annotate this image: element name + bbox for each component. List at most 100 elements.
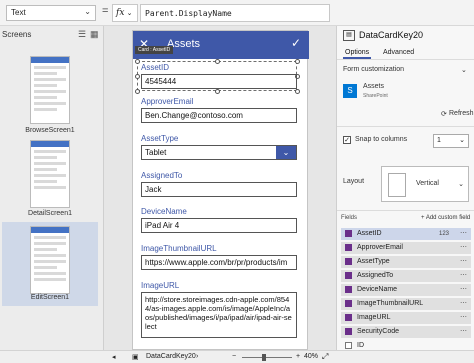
layout-picker[interactable]: Vertical ⌄ xyxy=(381,166,469,202)
columns-dropdown[interactable]: 1 ⌄ xyxy=(433,134,469,148)
more-icon[interactable]: ⋯ xyxy=(460,242,467,254)
field-label-assignedto: AssignedTo xyxy=(141,171,183,180)
formula-bar: Text ⌄ = fx ⌄ Parent.DisplayName xyxy=(0,0,474,26)
field-row-securitycode[interactable]: SecurityCode ⋯ xyxy=(341,326,471,338)
field-checkbox[interactable] xyxy=(345,328,352,335)
selected-card-name: DataCardKey20 xyxy=(146,353,196,360)
field-label-assettype: AssetType xyxy=(141,134,179,143)
field-row-approveremail[interactable]: ApproverEmail ⋯ xyxy=(341,242,471,254)
field-input-assetid[interactable]: 4545444 xyxy=(141,74,297,89)
zoom-level: 40% xyxy=(304,353,319,360)
tab-options[interactable]: Options xyxy=(343,48,372,59)
screen-thumbnail-detail[interactable] xyxy=(30,140,70,208)
fx-button[interactable]: fx ⌄ xyxy=(112,4,138,22)
field-label-assetid: AssetID xyxy=(141,63,170,72)
more-icon[interactable]: ⋯ xyxy=(460,228,467,240)
checkmark-icon[interactable]: ✓ xyxy=(291,36,301,50)
property-value: Text xyxy=(11,8,26,17)
zoom-slider[interactable] xyxy=(242,357,292,358)
field-label-imageurl: ImageURL xyxy=(141,281,180,290)
field-checkbox[interactable] xyxy=(345,286,352,293)
add-custom-field-button[interactable]: + Add custom field xyxy=(421,215,470,221)
properties-panel: ▤ DataCardKey20 Options Advanced Form cu… xyxy=(336,26,474,350)
zoom-out-icon[interactable]: − xyxy=(232,353,236,360)
snap-checkbox[interactable]: ✓ xyxy=(343,136,351,144)
sharepoint-icon: S xyxy=(343,84,357,98)
field-input-imageurl[interactable]: http://store.storeimages.cdn-apple.com/8… xyxy=(141,292,297,338)
field-row-assetid[interactable]: AssetID 123 ⋯ xyxy=(341,228,471,240)
refresh-icon[interactable]: ⟳ xyxy=(441,110,447,118)
field-row-imagethumbnailurl[interactable]: ImageThumbnailURL ⋯ xyxy=(341,298,471,310)
screen-header: ✕ Assets ✓ xyxy=(133,31,309,59)
field-row-devicename[interactable]: DeviceName ⋯ xyxy=(341,284,471,296)
resize-handle[interactable] xyxy=(135,59,140,64)
refresh-button[interactable]: Refresh xyxy=(449,110,474,117)
field-name: SecurityCode xyxy=(357,328,400,335)
property-dropdown[interactable]: Text ⌄ xyxy=(6,5,96,21)
selected-card-tag: Card : AssetID xyxy=(135,46,174,54)
screens-panel: Screens ☰ ▦ BrowseScreen1 DetailScreen1 … xyxy=(0,26,104,350)
screen-thumbnail-edit[interactable] xyxy=(30,226,70,294)
field-input-assignedto[interactable]: Jack xyxy=(141,182,297,197)
field-input-approveremail[interactable]: Ben.Change@contoso.com xyxy=(141,108,297,123)
more-icon[interactable]: ⋯ xyxy=(460,312,467,324)
field-label-devicename: DeviceName xyxy=(141,207,187,216)
resize-handle[interactable] xyxy=(215,89,220,94)
field-label-imagethumbnailurl: ImageThumbnailURL xyxy=(141,244,217,253)
list-view-icon[interactable]: ☰ xyxy=(78,29,88,39)
field-input-imagethumbnailurl[interactable]: https://www.apple.com/br/pr/products/im xyxy=(141,255,297,270)
screen-thumbnail-browse[interactable] xyxy=(30,56,70,124)
chevron-right-icon: › xyxy=(196,353,199,360)
layout-preview-icon xyxy=(388,173,406,197)
field-checkbox[interactable] xyxy=(345,342,352,349)
resize-handle[interactable] xyxy=(295,89,300,94)
more-icon[interactable]: ⋯ xyxy=(460,298,467,310)
dropdown-value: Tablet xyxy=(145,148,167,157)
resize-handle[interactable] xyxy=(215,59,220,64)
data-source-name: Assets xyxy=(363,83,385,90)
more-icon[interactable]: ⋯ xyxy=(460,326,467,338)
resize-handle[interactable] xyxy=(135,74,140,79)
zoom-in-icon[interactable]: + xyxy=(296,353,300,360)
divider xyxy=(337,126,474,127)
edit-form-screen: ✕ Assets ✓ Card : AssetID AssetID 454544… xyxy=(132,30,309,350)
fit-to-screen-icon[interactable]: ⤢ xyxy=(322,352,328,362)
layout-value: Vertical xyxy=(416,180,439,187)
field-name: ImageURL xyxy=(357,314,391,321)
field-checkbox[interactable] xyxy=(345,300,352,307)
divider xyxy=(337,210,474,211)
chevron-down-icon[interactable]: ⌄ xyxy=(276,146,296,159)
formula-input[interactable]: Parent.DisplayName xyxy=(140,4,330,22)
field-row-imageurl[interactable]: ImageURL ⋯ xyxy=(341,312,471,324)
more-icon[interactable]: ⋯ xyxy=(460,284,467,296)
field-checkbox[interactable] xyxy=(345,258,352,265)
chevron-down-icon: ⌄ xyxy=(459,137,465,144)
screen-label-edit: EditScreen1 xyxy=(30,294,70,301)
resize-handle[interactable] xyxy=(295,59,300,64)
grid-view-icon[interactable]: ▦ xyxy=(90,29,100,39)
field-name: AssetType xyxy=(357,258,390,265)
field-label-approveremail: ApproverEmail xyxy=(141,97,194,106)
field-checkbox[interactable] xyxy=(345,230,352,237)
field-row-assettype[interactable]: AssetType ⋯ xyxy=(341,256,471,268)
screen-label-browse: BrowseScreen1 xyxy=(25,127,75,134)
field-checkbox[interactable] xyxy=(345,314,352,321)
data-source-type: SharePoint xyxy=(363,93,388,99)
chevron-down-icon[interactable]: ⌄ xyxy=(461,66,467,74)
field-input-devicename[interactable]: iPad Air 4 xyxy=(141,218,297,233)
chevron-down-icon: ⌄ xyxy=(458,181,464,188)
field-checkbox[interactable] xyxy=(345,272,352,279)
more-icon[interactable]: ⋯ xyxy=(460,256,467,268)
more-icon[interactable]: ⋯ xyxy=(460,270,467,282)
tab-advanced[interactable]: Advanced xyxy=(381,48,416,57)
snap-label: Snap to columns xyxy=(355,136,408,143)
left-arrow-icon[interactable]: ◂ xyxy=(112,353,116,361)
field-name: AssetID xyxy=(357,230,382,237)
panel-title: DataCardKey20 xyxy=(359,30,424,40)
resize-handle[interactable] xyxy=(135,89,140,94)
field-type: 123 xyxy=(438,231,449,237)
zoom-slider-thumb[interactable] xyxy=(262,354,266,361)
field-dropdown-assettype[interactable]: Tablet ⌄ xyxy=(141,145,297,160)
field-row-assignedto[interactable]: AssignedTo ⋯ xyxy=(341,270,471,282)
field-checkbox[interactable] xyxy=(345,244,352,251)
